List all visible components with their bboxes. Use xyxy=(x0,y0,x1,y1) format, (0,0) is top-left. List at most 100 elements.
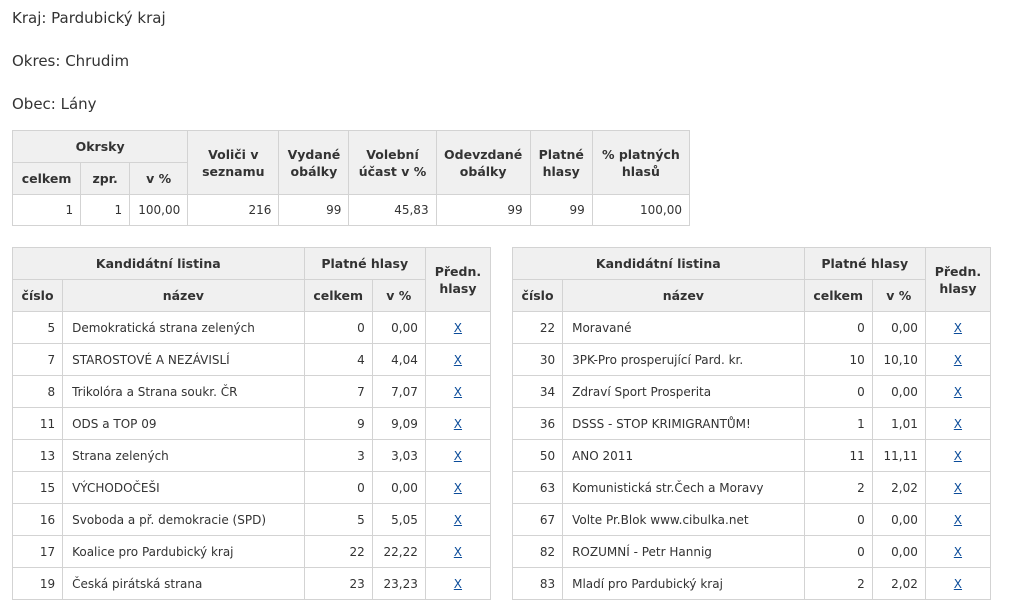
table-row: 16 Svoboda a př. demokracie (SPD) 5 5,05 X xyxy=(11,503,492,536)
preferential-votes-cell: X xyxy=(424,343,492,376)
preferential-votes-link[interactable]: X xyxy=(954,481,962,495)
party-vote-pct: 2,02 xyxy=(871,471,926,504)
preferential-votes-link[interactable]: X xyxy=(454,417,462,431)
value-platne: 99 xyxy=(529,194,593,226)
value-volici: 216 xyxy=(187,194,280,226)
party-votes: 0 xyxy=(303,311,373,344)
party-name: Trikolóra a Strana soukr. ČR xyxy=(62,375,305,408)
party-votes: 1 xyxy=(803,407,873,440)
preferential-votes-cell: X xyxy=(924,375,992,408)
preferential-votes-cell: X xyxy=(924,535,992,568)
party-number: 82 xyxy=(511,535,564,568)
party-name: Volte Pr.Blok www.cibulka.net xyxy=(562,503,805,536)
party-votes: 10 xyxy=(803,343,873,376)
party-vote-pct: 7,07 xyxy=(371,375,426,408)
table-row: 7 STAROSTOVÉ A NEZÁVISLÍ 4 4,04 X xyxy=(11,343,492,376)
table-row: 82 ROZUMNÍ - Petr Hannig 0 0,00 X xyxy=(511,535,992,568)
preferential-votes-link[interactable]: X xyxy=(954,385,962,399)
preferential-votes-link[interactable]: X xyxy=(954,545,962,559)
value-celkem: 1 xyxy=(11,194,82,226)
header-predn-hlasy: Předn. hlasy xyxy=(924,247,992,312)
party-name: Svoboda a př. demokracie (SPD) xyxy=(62,503,305,536)
party-vote-pct: 0,00 xyxy=(871,375,926,408)
party-number: 5 xyxy=(11,311,64,344)
header-cislo: číslo xyxy=(11,279,64,312)
party-name: Komunistická str.Čech a Moravy xyxy=(562,471,805,504)
party-number: 30 xyxy=(511,343,564,376)
preferential-votes-link[interactable]: X xyxy=(454,321,462,335)
preferential-votes-link[interactable]: X xyxy=(454,481,462,495)
party-vote-pct: 4,04 xyxy=(371,343,426,376)
header-platne-hlasy: Platné hlasy xyxy=(803,247,926,280)
party-votes: 23 xyxy=(303,567,373,600)
table-row: 34 Zdraví Sport Prosperita 0 0,00 X xyxy=(511,375,992,408)
preferential-votes-cell: X xyxy=(424,407,492,440)
party-votes: 4 xyxy=(303,343,373,376)
header-kandidatni-listina: Kandidátní listina xyxy=(512,247,805,280)
preferential-votes-link[interactable]: X xyxy=(954,417,962,431)
party-vote-pct: 5,05 xyxy=(371,503,426,536)
preferential-votes-cell: X xyxy=(924,471,992,504)
table-row: 30 3PK-Pro prosperující Pard. kr. 10 10,10 X xyxy=(511,343,992,376)
table-row: 11 ODS a TOP 09 9 9,09 X xyxy=(11,407,492,440)
party-votes: 11 xyxy=(803,439,873,472)
header-v-pct: v % xyxy=(129,162,189,195)
preferential-votes-link[interactable]: X xyxy=(454,545,462,559)
party-votes: 22 xyxy=(303,535,373,568)
preferential-votes-link[interactable]: X xyxy=(954,513,962,527)
party-name: STAROSTOVÉ A NEZÁVISLÍ xyxy=(62,343,305,376)
header-celkem: celkem xyxy=(11,162,82,195)
header-zpr: zpr. xyxy=(80,162,131,195)
preferential-votes-cell: X xyxy=(424,503,492,536)
party-vote-pct: 11,11 xyxy=(871,439,926,472)
party-number: 63 xyxy=(511,471,564,504)
preferential-votes-link[interactable]: X xyxy=(954,321,962,335)
header-v-pct: v % xyxy=(371,279,426,312)
party-vote-pct: 0,00 xyxy=(371,471,426,504)
party-name: Česká pirátská strana xyxy=(62,567,305,600)
value-ucast: 45,83 xyxy=(348,194,437,226)
party-number: 15 xyxy=(11,471,64,504)
preferential-votes-link[interactable]: X xyxy=(954,577,962,591)
party-votes: 2 xyxy=(803,471,873,504)
header-platne-hlasy: Platné hlasy xyxy=(303,247,426,280)
preferential-votes-cell: X xyxy=(924,343,992,376)
party-votes: 7 xyxy=(303,375,373,408)
district-heading: Okres: Chrudim xyxy=(12,52,130,70)
municipality-heading: Obec: Lány xyxy=(12,95,97,113)
preferential-votes-cell: X xyxy=(924,567,992,600)
preferential-votes-cell: X xyxy=(924,407,992,440)
preferential-votes-link[interactable]: X xyxy=(454,577,462,591)
party-votes: 9 xyxy=(303,407,373,440)
preferential-votes-link[interactable]: X xyxy=(454,353,462,367)
preferential-votes-link[interactable]: X xyxy=(454,513,462,527)
table-row: 22 Moravané 0 0,00 X xyxy=(511,311,992,344)
party-votes: 5 xyxy=(303,503,373,536)
preferential-votes-link[interactable]: X xyxy=(454,385,462,399)
party-vote-pct: 0,00 xyxy=(871,535,926,568)
party-number: 34 xyxy=(511,375,564,408)
party-name: ROZUMNÍ - Petr Hannig xyxy=(562,535,805,568)
party-number: 50 xyxy=(511,439,564,472)
preferential-votes-link[interactable]: X xyxy=(954,449,962,463)
party-vote-pct: 1,01 xyxy=(871,407,926,440)
party-table-left: Kandidátní listina Platné hlasy Předn. h… xyxy=(11,247,492,600)
header-celkem: celkem xyxy=(803,279,873,312)
table-row: 13 Strana zelených 3 3,03 X xyxy=(11,439,492,472)
header-okrsky: Okrsky xyxy=(11,130,189,163)
header-vydane: Vydané obálky xyxy=(278,130,350,195)
preferential-votes-link[interactable]: X xyxy=(454,449,462,463)
table-row: 19 Česká pirátská strana 23 23,23 X xyxy=(11,567,492,600)
table-row: 15 VÝCHODOČEŠI 0 0,00 X xyxy=(11,471,492,504)
party-vote-pct: 23,23 xyxy=(371,567,426,600)
party-vote-pct: 0,00 xyxy=(371,311,426,344)
party-name: Mladí pro Pardubický kraj xyxy=(562,567,805,600)
preferential-votes-link[interactable]: X xyxy=(954,353,962,367)
header-ucast: Volební účast v % xyxy=(348,130,437,195)
party-number: 67 xyxy=(511,503,564,536)
header-celkem: celkem xyxy=(303,279,373,312)
party-vote-pct: 0,00 xyxy=(871,503,926,536)
table-row: 83 Mladí pro Pardubický kraj 2 2,02 X xyxy=(511,567,992,600)
header-volici: Voliči v seznamu xyxy=(187,130,280,195)
party-votes: 3 xyxy=(303,439,373,472)
